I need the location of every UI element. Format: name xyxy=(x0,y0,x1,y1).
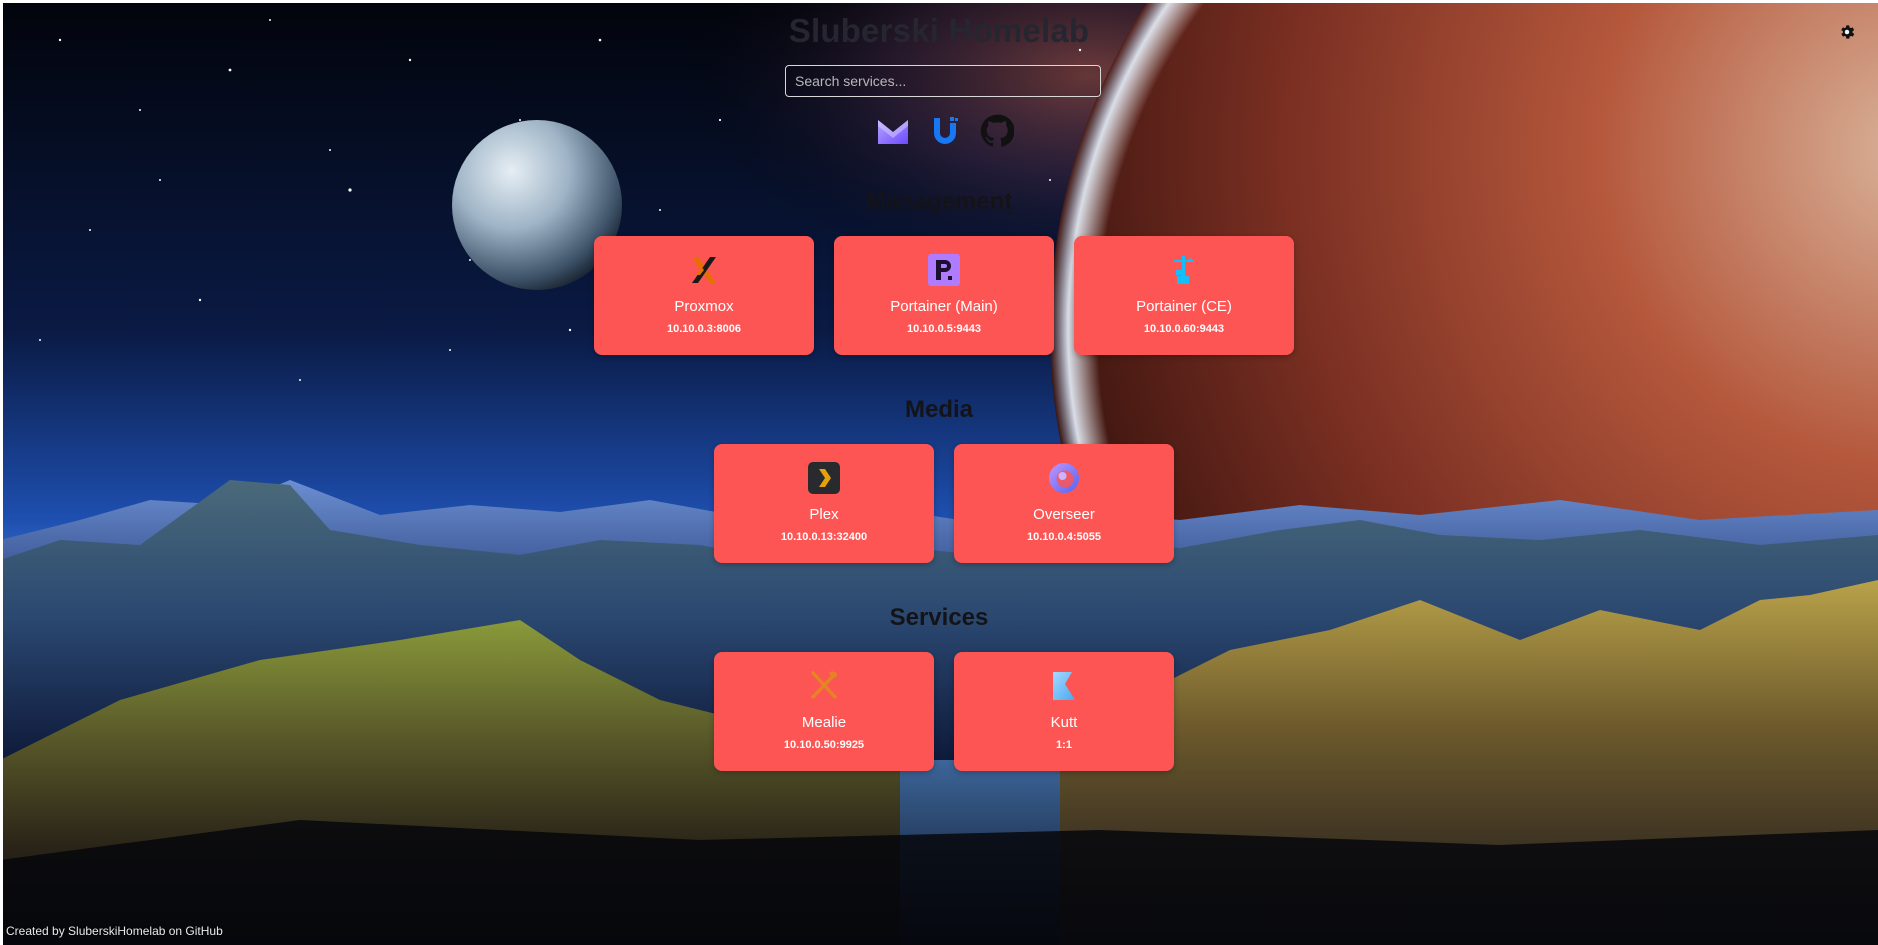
footer-credit[interactable]: Created by SluberskiHomelab on GitHub xyxy=(6,924,223,938)
service-name: Kutt xyxy=(1050,714,1078,731)
unifi-u-icon[interactable] xyxy=(928,114,962,148)
service-name: Overseer xyxy=(1033,506,1095,523)
overseerr-icon xyxy=(1049,463,1079,493)
mealie-icon xyxy=(811,671,837,699)
service-address: 10.10.0.5:9443 xyxy=(906,323,981,335)
plex-icon xyxy=(808,462,840,494)
service-card-plex[interactable]: Plex 10.10.0.13:32400 xyxy=(714,444,934,563)
service-name: Proxmox xyxy=(674,298,734,315)
service-address: 10.10.0.60:9443 xyxy=(1143,323,1225,335)
search-input[interactable] xyxy=(785,65,1101,97)
service-address: 10.10.0.13:32400 xyxy=(780,531,868,543)
service-card-portainer-main[interactable]: Portainer (Main) 10.10.0.5:9443 xyxy=(834,236,1054,355)
kutt-icon xyxy=(1053,672,1075,700)
section-title-management: Management xyxy=(865,188,1013,215)
service-card-mealie[interactable]: Mealie 10.10.0.50:9925 xyxy=(714,652,934,771)
service-card-portainer-ce[interactable]: Portainer (CE) 10.10.0.60:9443 xyxy=(1074,236,1294,355)
page-title: Sluberski Homelab xyxy=(788,12,1090,49)
window-left-edge xyxy=(0,0,3,945)
service-address: 1:1 xyxy=(1056,739,1072,751)
github-icon[interactable] xyxy=(980,114,1014,148)
service-card-kutt[interactable]: Kutt 1:1 xyxy=(954,652,1174,771)
mail-m-icon[interactable] xyxy=(876,114,910,148)
service-name: Mealie xyxy=(801,714,847,731)
service-name: Portainer (Main) xyxy=(890,298,998,315)
service-card-overseer[interactable]: Overseer 10.10.0.4:5055 xyxy=(954,444,1174,563)
dashboard: Sluberski Homelab Management xyxy=(0,0,1878,945)
service-card-proxmox[interactable]: Proxmox 10.10.0.3:8006 xyxy=(594,236,814,355)
quick-links xyxy=(876,114,1014,148)
service-address: 10.10.0.50:9925 xyxy=(783,739,865,751)
service-address: 10.10.0.4:5055 xyxy=(1026,531,1101,543)
section-title-services: Services xyxy=(889,604,989,631)
service-address: 10.10.0.3:8006 xyxy=(666,323,741,335)
service-name: Plex xyxy=(809,506,839,523)
section-title-media: Media xyxy=(904,396,973,423)
gear-icon[interactable] xyxy=(1838,23,1856,41)
proxmox-icon xyxy=(692,257,716,283)
portainer-p-icon xyxy=(928,254,960,286)
window-top-edge xyxy=(0,0,1878,3)
portainer-crane-icon xyxy=(1174,256,1194,284)
service-name: Portainer (CE) xyxy=(1136,298,1232,315)
